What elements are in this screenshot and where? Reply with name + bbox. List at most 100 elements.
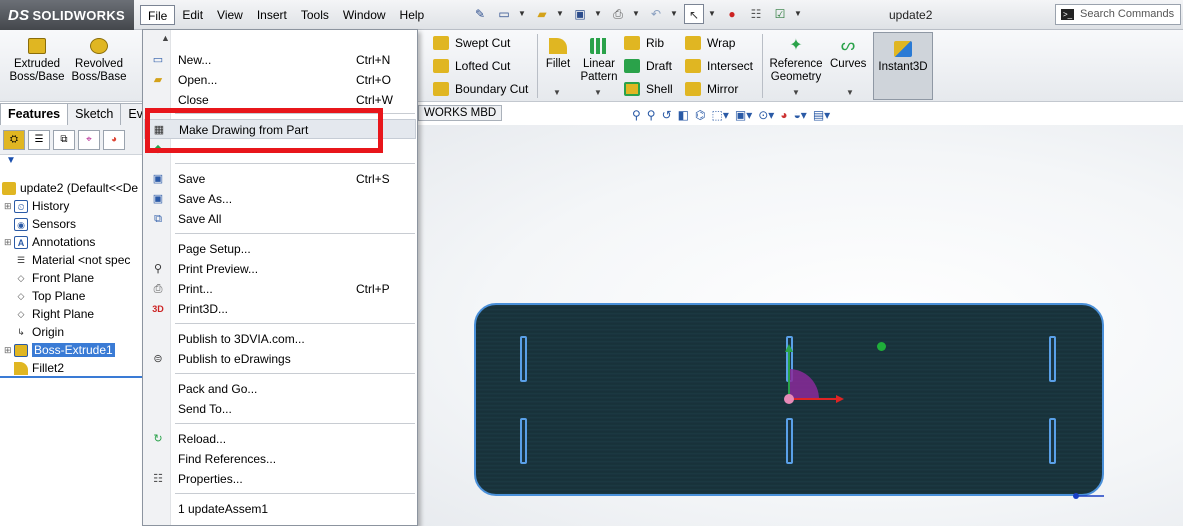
zoom-to-fit-icon[interactable]: ⚲ <box>632 108 641 122</box>
slot-feature[interactable] <box>520 418 527 464</box>
tree-root-part[interactable]: update2 (Default<<De <box>2 179 138 197</box>
draft-button[interactable]: Draft <box>624 59 672 73</box>
menu-insert[interactable]: Insert <box>250 5 294 25</box>
menu-file[interactable]: File <box>140 5 176 25</box>
menu-edit[interactable]: Edit <box>175 5 210 25</box>
lofted-cut-button[interactable]: Lofted Cut <box>433 59 510 73</box>
rollback-bar[interactable] <box>0 376 143 378</box>
menu-item-page-setup[interactable]: Page Setup... <box>144 239 416 259</box>
dimxpert-tab-icon[interactable]: ⌖ <box>78 130 100 150</box>
swept-cut-button[interactable]: Swept Cut <box>433 36 510 50</box>
undo-icon[interactable]: ↶ <box>646 4 666 24</box>
tab-sketch[interactable]: Sketch <box>67 103 122 125</box>
menu-item-properties[interactable]: ☷ Properties... <box>144 469 416 489</box>
expand-icon[interactable]: ⊞ <box>4 201 14 212</box>
view-orientation-icon[interactable]: ⬚▾ <box>711 108 728 122</box>
curves-button[interactable]: ᔕ Curves <box>830 38 866 71</box>
menu-item-send-to[interactable]: Send To... <box>144 399 416 419</box>
section-view-icon[interactable]: ◧ <box>678 108 689 122</box>
rib-button[interactable]: Rib <box>624 36 664 50</box>
display-manager-tab-icon[interactable]: ◕ <box>103 130 125 150</box>
new-dropdown-icon[interactable]: ▼ <box>518 4 528 24</box>
menu-item-new[interactable]: ▭ New... Ctrl+N <box>144 50 416 70</box>
intersect-button[interactable]: Intersect <box>685 59 753 73</box>
tree-item-sensors[interactable]: ◉ Sensors <box>14 215 76 233</box>
menu-tools[interactable]: Tools <box>294 5 336 25</box>
undo-dropdown-icon[interactable]: ▼ <box>670 4 680 24</box>
tree-item-history[interactable]: ⊞ ⏲ History <box>4 197 69 215</box>
tree-item-fillet2[interactable]: Fillet2 <box>14 359 64 377</box>
file-properties-icon[interactable]: ☷ <box>746 4 766 24</box>
menu-item-save-as[interactable]: ▣ Save As... <box>144 189 416 209</box>
open-dropdown-icon[interactable]: ▼ <box>556 4 566 24</box>
tree-item-front-plane[interactable]: ◇ Front Plane <box>14 269 95 287</box>
options-dropdown-icon[interactable]: ▼ <box>794 4 804 24</box>
open-folder-icon[interactable]: ▰ <box>532 4 552 24</box>
menu-item-save[interactable]: ▣ Save Ctrl+S <box>144 169 416 189</box>
display-style-icon[interactable]: ▣▾ <box>735 108 752 122</box>
expand-icon[interactable]: ⊞ <box>4 345 14 356</box>
print-dropdown-icon[interactable]: ▼ <box>632 4 642 24</box>
sketch-point[interactable] <box>877 342 886 351</box>
slot-feature[interactable] <box>1049 336 1056 382</box>
menu-view[interactable]: View <box>210 5 250 25</box>
slot-feature[interactable] <box>786 418 793 464</box>
menu-window[interactable]: Window <box>336 5 393 25</box>
print-icon[interactable]: ⎙ <box>608 4 628 24</box>
expand-icon[interactable]: ⊞ <box>4 237 14 248</box>
reference-geometry-dropdown-icon[interactable]: ▼ <box>792 88 800 97</box>
fillet-button[interactable]: Fillet <box>541 38 575 71</box>
save-icon[interactable]: ▣ <box>570 4 590 24</box>
shell-button[interactable]: Shell <box>624 82 673 96</box>
search-commands-input[interactable]: >_ Search Commands <box>1055 4 1181 25</box>
pin-icon[interactable]: ✎ <box>470 4 490 24</box>
tree-item-annotations[interactable]: ⊞ A Annotations <box>4 233 95 251</box>
menu-item-publish-edrawings[interactable]: ⊜ Publish to eDrawings <box>144 349 416 369</box>
menu-help[interactable]: Help <box>393 5 432 25</box>
menu-item-reload[interactable]: ↻ Reload... <box>144 429 416 449</box>
linear-pattern-button[interactable]: Linear Pattern <box>578 38 620 84</box>
hide-show-items-icon[interactable]: ⊙▾ <box>758 108 774 122</box>
apply-scene-icon[interactable]: ◒▾ <box>794 108 807 122</box>
view-settings-icon[interactable]: ▤▾ <box>813 108 830 122</box>
menu-item-print[interactable]: ⎙ Print... Ctrl+P <box>144 279 416 299</box>
menu-item-pack-and-go[interactable]: Pack and Go... <box>144 379 416 399</box>
rebuild-traffic-light-icon[interactable]: ● <box>722 4 742 24</box>
zoom-to-area-icon[interactable]: ⚲ <box>647 108 656 122</box>
revolved-boss-button[interactable]: Revolved Boss/Base <box>70 38 128 84</box>
solidworks-logo[interactable]: DS SOLIDWORKS <box>0 0 134 30</box>
linear-pattern-dropdown-icon[interactable]: ▼ <box>594 88 602 97</box>
save-dropdown-icon[interactable]: ▼ <box>594 4 604 24</box>
options-icon[interactable]: ☑ <box>770 4 790 24</box>
menu-item-close[interactable]: Close Ctrl+W <box>144 90 416 110</box>
boundary-cut-button[interactable]: Boundary Cut <box>433 82 528 96</box>
curves-dropdown-icon[interactable]: ▼ <box>846 88 854 97</box>
instant3d-toggle-button[interactable]: Instant3D <box>873 32 933 100</box>
mirror-button[interactable]: Mirror <box>685 82 738 96</box>
wrap-button[interactable]: Wrap <box>685 36 735 50</box>
tree-item-boss-extrude1[interactable]: ⊞ Boss-Extrude1 <box>4 341 115 359</box>
menu-item-open[interactable]: ▰ Open... Ctrl+O <box>144 70 416 90</box>
tab-mbd[interactable]: WORKS MBD <box>418 105 503 121</box>
menu-item-print-preview[interactable]: ⚲ Print Preview... <box>144 259 416 279</box>
select-dropdown-icon[interactable]: ▼ <box>708 4 718 24</box>
menu-item-print3d[interactable]: 3D Print3D... <box>144 299 416 319</box>
reference-geometry-button[interactable]: ✦ Reference Geometry <box>766 38 826 84</box>
fillet-dropdown-icon[interactable]: ▼ <box>553 88 561 97</box>
select-cursor-icon[interactable]: ↖ <box>684 4 704 24</box>
previous-view-icon[interactable]: ↺ <box>662 108 672 122</box>
slot-feature[interactable] <box>1049 418 1056 464</box>
dynamic-annotation-icon[interactable]: ⌬ <box>695 108 705 122</box>
tree-item-material[interactable]: ☰ Material <not spec <box>14 251 130 269</box>
menu-scroll-up-icon[interactable]: ▲ <box>161 33 170 43</box>
tree-item-right-plane[interactable]: ◇ Right Plane <box>14 305 95 323</box>
menu-item-find-references[interactable]: Find References... <box>144 449 416 469</box>
configuration-manager-tab-icon[interactable]: ⧉ <box>53 130 75 150</box>
edit-appearance-icon[interactable]: ◕ <box>780 108 787 122</box>
feature-tree-tab-icon[interactable]: ⛭ <box>3 130 25 150</box>
menu-item-publish-3dvia[interactable]: Publish to 3DVIA.com... <box>144 329 416 349</box>
tree-item-origin[interactable]: ↳ Origin <box>14 323 64 341</box>
filter-icon[interactable]: ▼ <box>0 155 142 171</box>
tab-features[interactable]: Features <box>0 103 69 125</box>
menu-item-recent-file-1[interactable]: 1 updateAssem1 <box>144 499 416 519</box>
